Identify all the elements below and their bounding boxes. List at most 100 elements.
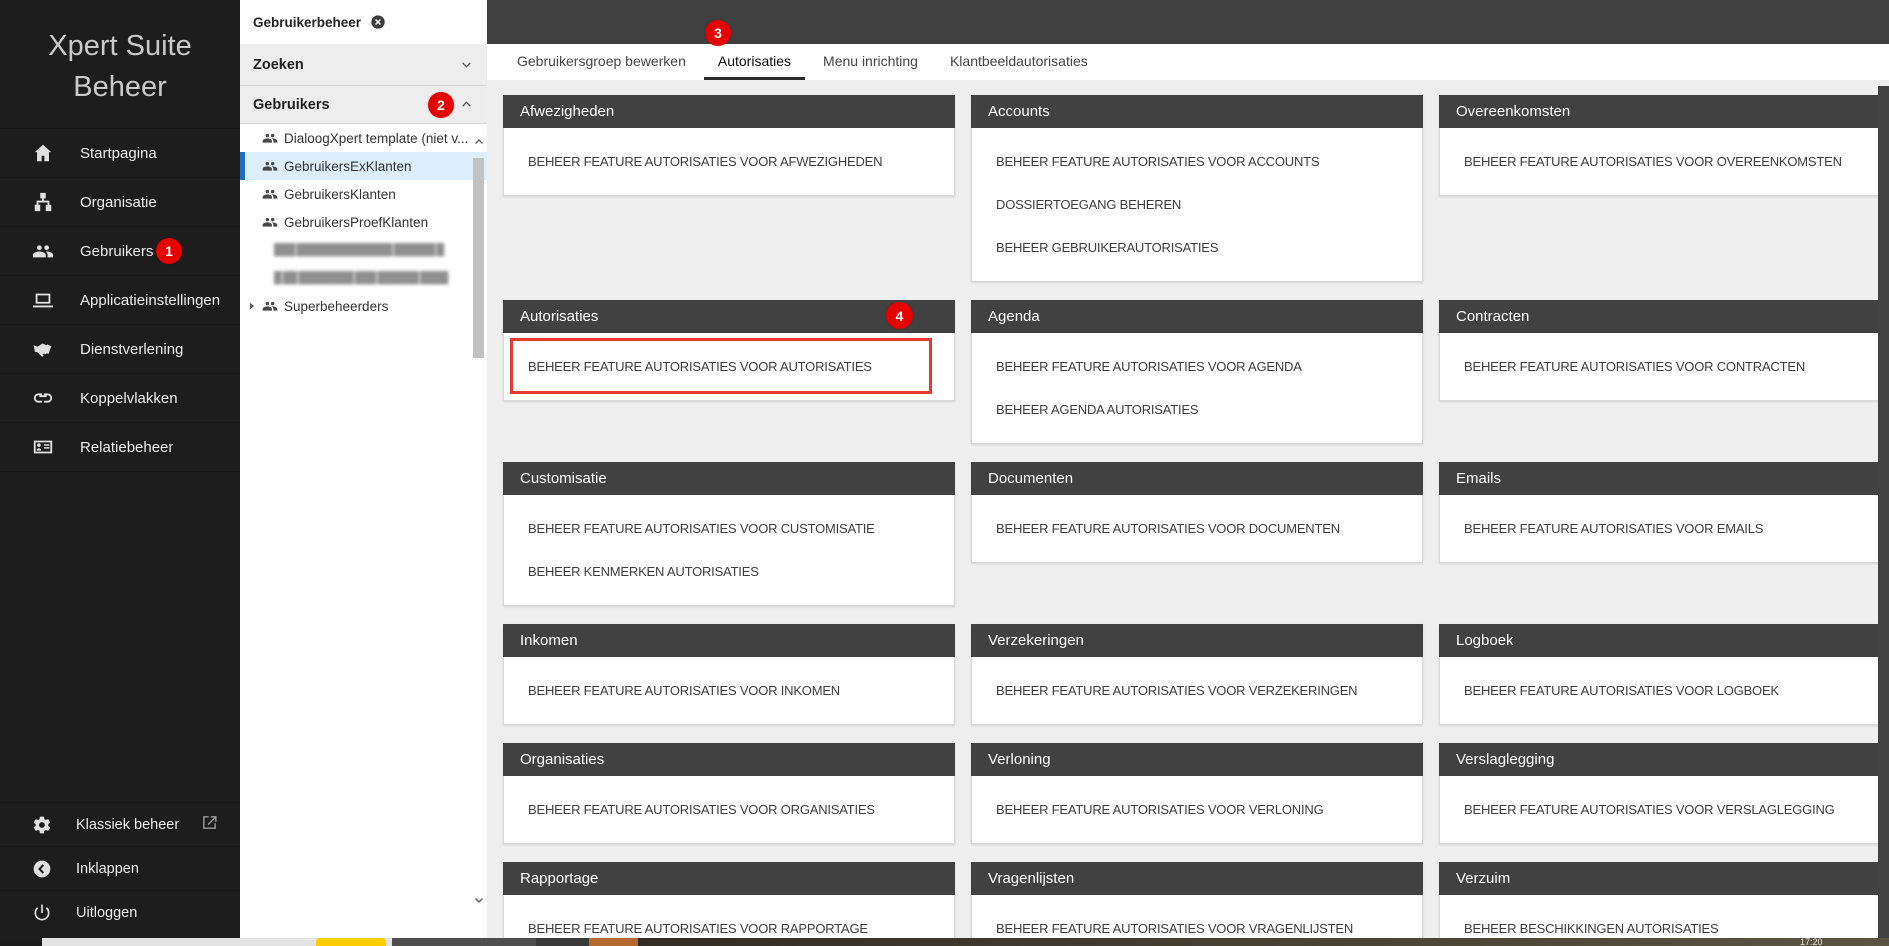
tree-item-gebruikersklanten[interactable]: GebruikersKlanten bbox=[240, 180, 487, 208]
card-inkomen: Inkomen BEHEER FEATURE AUTORISATIES VOOR … bbox=[503, 624, 955, 725]
chevron-up-icon bbox=[460, 98, 473, 111]
panel-tab-gebruikerbeheer[interactable]: Gebruikerbeheer bbox=[240, 0, 392, 44]
tree-item-redacted[interactable]: █ ██ ████████ ███ ██████ ████ bbox=[240, 264, 487, 292]
tree-item-label: GebruikersExKlanten bbox=[284, 158, 412, 174]
tree-item-label: Superbeheerders bbox=[284, 298, 389, 314]
card-link-beheer-agenda-autorisaties[interactable]: BEHEER AGENDA AUTORISATIES bbox=[972, 388, 1422, 431]
tab-gebruikersgroep-bewerken[interactable]: Gebruikersgroep bewerken bbox=[503, 44, 700, 80]
sidebar-item-organisatie[interactable]: Organisatie bbox=[0, 178, 240, 227]
card-link-beheer-feature-autorisaties-voor-emails[interactable]: BEHEER FEATURE AUTORISATIES VOOR EMAILS bbox=[1440, 507, 1889, 550]
card-body: BEHEER FEATURE AUTORISATIES VOOR CUSTOMI… bbox=[504, 495, 954, 605]
card-link-beheer-feature-autorisaties-voor-logboek[interactable]: BEHEER FEATURE AUTORISATIES VOOR LOGBOEK bbox=[1440, 669, 1889, 712]
card-body: BEHEER FEATURE AUTORISATIES VOOR CONTRAC… bbox=[1440, 333, 1889, 400]
card-link-beheer-feature-autorisaties-voor-verloning[interactable]: BEHEER FEATURE AUTORISATIES VOOR VERLONI… bbox=[972, 788, 1422, 831]
card-link-beheer-feature-autorisaties-voor-autorisaties[interactable]: BEHEER FEATURE AUTORISATIES VOOR AUTORIS… bbox=[504, 338, 954, 394]
gear-icon bbox=[30, 814, 54, 836]
scroll-down-icon[interactable] bbox=[473, 894, 485, 906]
card-title: Emails bbox=[1456, 470, 1502, 487]
card-title: Vragenlijsten bbox=[988, 870, 1075, 887]
card-header: Rapportage bbox=[503, 862, 955, 895]
tree-item-label: GebruikersKlanten bbox=[284, 186, 396, 202]
card-link-beheer-feature-autorisaties-voor-accounts[interactable]: BEHEER FEATURE AUTORISATIES VOOR ACCOUNT… bbox=[972, 140, 1422, 183]
tab-autorisaties[interactable]: Autorisaties bbox=[703, 44, 806, 80]
tree-item-dialoogxpert-template-niet-v[interactable]: DialoogXpert template (niet v... bbox=[240, 124, 487, 152]
card-header: Emails bbox=[1439, 462, 1889, 495]
tree-item-gebruikersexklanten[interactable]: GebruikersExKlanten bbox=[240, 152, 487, 180]
card-link-beheer-feature-autorisaties-voor-overeenkomsten[interactable]: BEHEER FEATURE AUTORISATIES VOOR OVEREEN… bbox=[1440, 140, 1889, 183]
handshake-icon bbox=[30, 337, 56, 361]
sidebar-item-startpagina[interactable]: Startpagina bbox=[0, 128, 240, 178]
card-customisatie: Customisatie BEHEER FEATURE AUTORISATIES … bbox=[503, 462, 955, 606]
card-verzuim: Verzuim BEHEER BESCHIKKINGEN AUTORISATIES bbox=[1439, 862, 1889, 946]
taskbar-segment bbox=[536, 938, 589, 946]
close-icon[interactable] bbox=[370, 14, 386, 30]
taskbar-yellow-button[interactable] bbox=[316, 938, 386, 946]
card-link-beheer-feature-autorisaties-voor-customisatie[interactable]: BEHEER FEATURE AUTORISATIES VOOR CUSTOMI… bbox=[504, 507, 954, 550]
tree-scrollbar[interactable] bbox=[472, 136, 486, 906]
card-link-beheer-kenmerken-autorisaties[interactable]: BEHEER KENMERKEN AUTORISATIES bbox=[504, 550, 954, 593]
card-logboek: Logboek BEHEER FEATURE AUTORISATIES VOOR … bbox=[1439, 624, 1889, 725]
annotation-badge-1: 1 bbox=[156, 238, 182, 264]
sidebar-item-uitloggen[interactable]: Uitloggen bbox=[0, 890, 240, 934]
scroll-up-icon[interactable] bbox=[473, 136, 485, 148]
card-link-beheer-feature-autorisaties-voor-agenda[interactable]: BEHEER FEATURE AUTORISATIES VOOR AGENDA bbox=[972, 345, 1422, 388]
card-header: Documenten bbox=[971, 462, 1423, 495]
sidebar-item-label: Koppelvlakken bbox=[80, 389, 178, 407]
card-accounts: Accounts BEHEER FEATURE AUTORISATIES VOOR… bbox=[971, 95, 1423, 282]
card-header: Vragenlijsten bbox=[971, 862, 1423, 895]
card-emails: Emails BEHEER FEATURE AUTORISATIES VOOR E… bbox=[1439, 462, 1889, 563]
user-group-icon bbox=[262, 186, 278, 202]
card-link-dossiertoegang-beheren[interactable]: DOSSIERTOEGANG BEHEREN bbox=[972, 183, 1422, 226]
taskbar-sliver: 17:20 bbox=[0, 938, 1889, 946]
scrollbar-thumb[interactable] bbox=[473, 158, 484, 358]
sidebar-item-gebruikers[interactable]: Gebruikers 1 bbox=[0, 227, 240, 276]
annotation-badge-2: 2 bbox=[428, 92, 454, 118]
tree-item-redacted[interactable]: ███ ██████████████ ██████ █ bbox=[240, 236, 487, 264]
section-header-zoeken[interactable]: Zoeken bbox=[240, 44, 487, 86]
card-header: Verzekeringen bbox=[971, 624, 1423, 657]
sidebar-item-inklappen[interactable]: Inklappen bbox=[0, 846, 240, 890]
sidebar-item-label: Relatiebeheer bbox=[80, 438, 174, 456]
card-link-beheer-feature-autorisaties-voor-contracten[interactable]: BEHEER FEATURE AUTORISATIES VOOR CONTRAC… bbox=[1440, 345, 1889, 388]
tab-menu-inrichting[interactable]: Menu inrichting bbox=[809, 44, 932, 80]
sidebar-item-klassiek-beheer[interactable]: Klassiek beheer bbox=[0, 802, 240, 846]
card-link-beheer-feature-autorisaties-voor-verslaglegging[interactable]: BEHEER FEATURE AUTORISATIES VOOR VERSLAG… bbox=[1440, 788, 1889, 831]
section-label: Zoeken bbox=[253, 56, 304, 73]
taskbar-segment bbox=[0, 938, 42, 946]
card-header: Overeenkomsten bbox=[1439, 95, 1889, 128]
sidebar-item-label: Inklappen bbox=[76, 860, 139, 877]
users-icon bbox=[30, 239, 56, 263]
laptop-icon bbox=[30, 288, 56, 312]
card-link-beheer-feature-autorisaties-voor-documenten[interactable]: BEHEER FEATURE AUTORISATIES VOOR DOCUMEN… bbox=[972, 507, 1422, 550]
panel-tab-title: Gebruikerbeheer bbox=[253, 14, 362, 30]
card-link-beheer-feature-autorisaties-voor-organisaties[interactable]: BEHEER FEATURE AUTORISATIES VOOR ORGANIS… bbox=[504, 788, 954, 831]
sidebar-item-dienstverlening[interactable]: Dienstverlening bbox=[0, 325, 240, 374]
app-title: Xpert Suite Beheer bbox=[0, 0, 240, 108]
tab-klantbeeldautorisaties[interactable]: Klantbeeldautorisaties bbox=[936, 44, 1102, 80]
card-link-beheer-gebruikerautorisaties[interactable]: BEHEER GEBRUIKERAUTORISATIES bbox=[972, 226, 1422, 269]
section-header-gebruikers[interactable]: Gebruikers 2 bbox=[240, 86, 487, 124]
page-scrollbar[interactable] bbox=[1878, 86, 1889, 938]
sidebar-item-applicatieinstellingen[interactable]: Applicatieinstellingen bbox=[0, 276, 240, 325]
expand-caret-icon[interactable] bbox=[247, 301, 257, 311]
tree-item-superbeheerders[interactable]: Superbeheerders bbox=[240, 292, 487, 320]
tree-item-gebruikersproefklanten[interactable]: GebruikersProefKlanten bbox=[240, 208, 487, 236]
card-header: Verzuim bbox=[1439, 862, 1889, 895]
sidebar-footer: Klassiek beheer Inklappen Uitloggen bbox=[0, 802, 240, 934]
card-header: Verloning bbox=[971, 743, 1423, 776]
sidebar-item-relatiebeheer[interactable]: Relatiebeheer bbox=[0, 423, 240, 472]
card-body: BEHEER FEATURE AUTORISATIES VOOR OVEREEN… bbox=[1440, 128, 1889, 195]
taskbar-app-button[interactable] bbox=[589, 938, 638, 946]
card-body: BEHEER FEATURE AUTORISATIES VOOR VERLONI… bbox=[972, 776, 1422, 843]
card-link-beheer-feature-autorisaties-voor-verzekeringen[interactable]: BEHEER FEATURE AUTORISATIES VOOR VERZEKE… bbox=[972, 669, 1422, 712]
sidebar-item-label: Uitloggen bbox=[76, 904, 138, 921]
card-title: Overeenkomsten bbox=[1456, 103, 1571, 120]
user-group-icon bbox=[262, 298, 278, 314]
card-link-beheer-feature-autorisaties-voor-afwezigheden[interactable]: BEHEER FEATURE AUTORISATIES VOOR AFWEZIG… bbox=[504, 140, 954, 183]
card-title: Contracten bbox=[1456, 308, 1530, 325]
card-afwezigheden: Afwezigheden BEHEER FEATURE AUTORISATIES … bbox=[503, 95, 955, 196]
card-contracten: Contracten BEHEER FEATURE AUTORISATIES VO… bbox=[1439, 300, 1889, 401]
user-group-icon bbox=[262, 130, 278, 146]
card-link-beheer-feature-autorisaties-voor-inkomen[interactable]: BEHEER FEATURE AUTORISATIES VOOR INKOMEN bbox=[504, 669, 954, 712]
sidebar-item-koppelvlakken[interactable]: Koppelvlakken bbox=[0, 374, 240, 423]
